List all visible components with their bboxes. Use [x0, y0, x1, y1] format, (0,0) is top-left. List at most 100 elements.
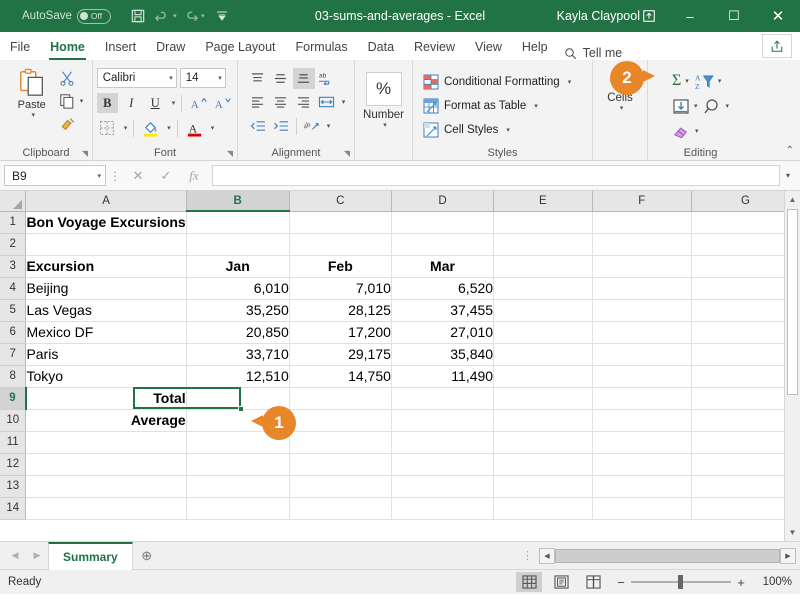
fill-color-button[interactable]: [140, 118, 161, 138]
select-all-corner[interactable]: [0, 191, 27, 212]
number-dropdown-caret[interactable]: ▾: [383, 121, 387, 129]
cell-A8[interactable]: Tokyo: [25, 365, 187, 388]
cell-A2[interactable]: [25, 233, 187, 256]
cancel-icon[interactable]: ✕: [124, 165, 152, 187]
cell-E11[interactable]: [493, 431, 593, 454]
sort-filter-button[interactable]: AZ ▾: [693, 70, 724, 92]
cell-B4[interactable]: 6,010: [186, 277, 290, 300]
clear-button[interactable]: ▾: [670, 120, 701, 142]
cell-D14[interactable]: [391, 497, 495, 520]
autosum-dropdown-caret[interactable]: ▾: [685, 77, 689, 85]
customize-quick-access-icon[interactable]: [209, 4, 235, 28]
cell-A3[interactable]: Excursion: [25, 255, 187, 278]
page-break-view-icon[interactable]: [580, 572, 606, 592]
cut-button[interactable]: [57, 68, 86, 88]
cell-B2[interactable]: [186, 233, 290, 256]
cell-E3[interactable]: [493, 255, 593, 278]
cell-C4[interactable]: 7,010: [289, 277, 392, 300]
cell-D3[interactable]: Mar: [391, 255, 495, 278]
redo-icon[interactable]: ▾: [181, 4, 207, 28]
cell-E10[interactable]: [493, 409, 593, 432]
collapse-ribbon-button[interactable]: ⌃: [786, 145, 794, 156]
alignment-dialog-launcher[interactable]: ◥: [344, 149, 350, 158]
zoom-level-label[interactable]: 100%: [752, 576, 792, 588]
zoom-track[interactable]: [631, 575, 731, 589]
cell-C12[interactable]: [289, 453, 392, 476]
cell-F2[interactable]: [592, 233, 693, 256]
cell-F14[interactable]: [592, 497, 693, 520]
horizontal-scroll-thumb[interactable]: [555, 548, 780, 563]
row-header-13[interactable]: 13: [0, 475, 27, 498]
scroll-down-icon[interactable]: ▼: [784, 524, 800, 541]
row-header-10[interactable]: 10: [0, 409, 27, 432]
cell-F4[interactable]: [592, 277, 693, 300]
restore-window-icon[interactable]: [634, 3, 664, 29]
cell-E8[interactable]: [493, 365, 593, 388]
cell-E13[interactable]: [493, 475, 593, 498]
cell-F1[interactable]: [592, 211, 693, 234]
cell-E9[interactable]: [493, 387, 593, 410]
maximize-button[interactable]: ☐: [712, 0, 756, 32]
cell-C6[interactable]: 17,200: [289, 321, 392, 344]
cell-D12[interactable]: [391, 453, 495, 476]
clear-dropdown-caret[interactable]: ▾: [695, 127, 699, 135]
tab-draw[interactable]: Draw: [146, 34, 195, 60]
fill-color-dropdown-caret[interactable]: ▾: [167, 124, 171, 132]
increase-font-size-button[interactable]: A: [188, 93, 209, 113]
merge-center-button[interactable]: [316, 92, 338, 113]
orientation-dropdown-caret[interactable]: ▾: [327, 122, 331, 130]
cell-B6[interactable]: 20,850: [186, 321, 290, 344]
row-header-9[interactable]: 9: [0, 387, 27, 410]
cell-F8[interactable]: [592, 365, 693, 388]
cell-E12[interactable]: [493, 453, 593, 476]
cell-C5[interactable]: 28,125: [289, 299, 392, 322]
cells-dropdown-caret[interactable]: ▾: [620, 104, 624, 112]
zoom-slider[interactable]: − +: [616, 575, 746, 590]
cell-F10[interactable]: [592, 409, 693, 432]
wrap-text-button[interactable]: ab: [316, 68, 338, 89]
align-left-button[interactable]: [247, 92, 269, 113]
sort-filter-dropdown-caret[interactable]: ▾: [718, 77, 722, 85]
align-center-button[interactable]: [270, 92, 292, 113]
cell-F12[interactable]: [592, 453, 693, 476]
conditional-formatting-caret[interactable]: ▾: [568, 78, 572, 86]
cell-F11[interactable]: [592, 431, 693, 454]
decrease-indent-button[interactable]: [247, 116, 269, 137]
cell-F6[interactable]: [592, 321, 693, 344]
column-header-f[interactable]: F: [592, 191, 693, 212]
cell-D6[interactable]: 27,010: [391, 321, 495, 344]
paste-dropdown-caret[interactable]: ▾: [31, 111, 35, 119]
cell-A6[interactable]: Mexico DF: [25, 321, 187, 344]
cell-F3[interactable]: [592, 255, 693, 278]
cell-D13[interactable]: [391, 475, 495, 498]
row-header-4[interactable]: 4: [0, 277, 27, 300]
cell-A13[interactable]: [25, 475, 187, 498]
cell-B8[interactable]: 12,510: [186, 365, 290, 388]
row-header-7[interactable]: 7: [0, 343, 27, 366]
sheet-tab-summary[interactable]: Summary: [48, 541, 133, 570]
cell-A7[interactable]: Paris: [25, 343, 187, 366]
zoom-knob[interactable]: [678, 575, 683, 589]
copy-dropdown-caret[interactable]: ▾: [80, 97, 84, 105]
column-header-d[interactable]: D: [391, 191, 495, 212]
normal-view-icon[interactable]: [516, 572, 542, 592]
increase-indent-button[interactable]: [270, 116, 292, 137]
vertical-scroll-thumb[interactable]: [787, 209, 798, 395]
clipboard-dialog-launcher[interactable]: ◥: [82, 149, 88, 158]
next-sheet-icon[interactable]: ▶: [26, 545, 48, 567]
cell-D8[interactable]: 11,490: [391, 365, 495, 388]
font-dialog-launcher[interactable]: ◥: [227, 149, 233, 158]
autosave-toggle[interactable]: AutoSave Off: [22, 8, 111, 24]
italic-button[interactable]: I: [121, 93, 142, 113]
borders-dropdown-caret[interactable]: ▾: [124, 124, 128, 132]
cell-A4[interactable]: Beijing: [25, 277, 187, 300]
cell-D9[interactable]: [391, 387, 495, 410]
cell-styles-caret[interactable]: ▾: [506, 126, 510, 134]
cell-A1[interactable]: Bon Voyage Excursions: [25, 211, 187, 234]
cell-D2[interactable]: [391, 233, 495, 256]
fill-handle[interactable]: [238, 406, 244, 412]
column-header-b[interactable]: B: [186, 191, 290, 212]
borders-button[interactable]: [97, 118, 118, 138]
cell-C9[interactable]: [289, 387, 392, 410]
top-align-button[interactable]: [247, 68, 269, 89]
